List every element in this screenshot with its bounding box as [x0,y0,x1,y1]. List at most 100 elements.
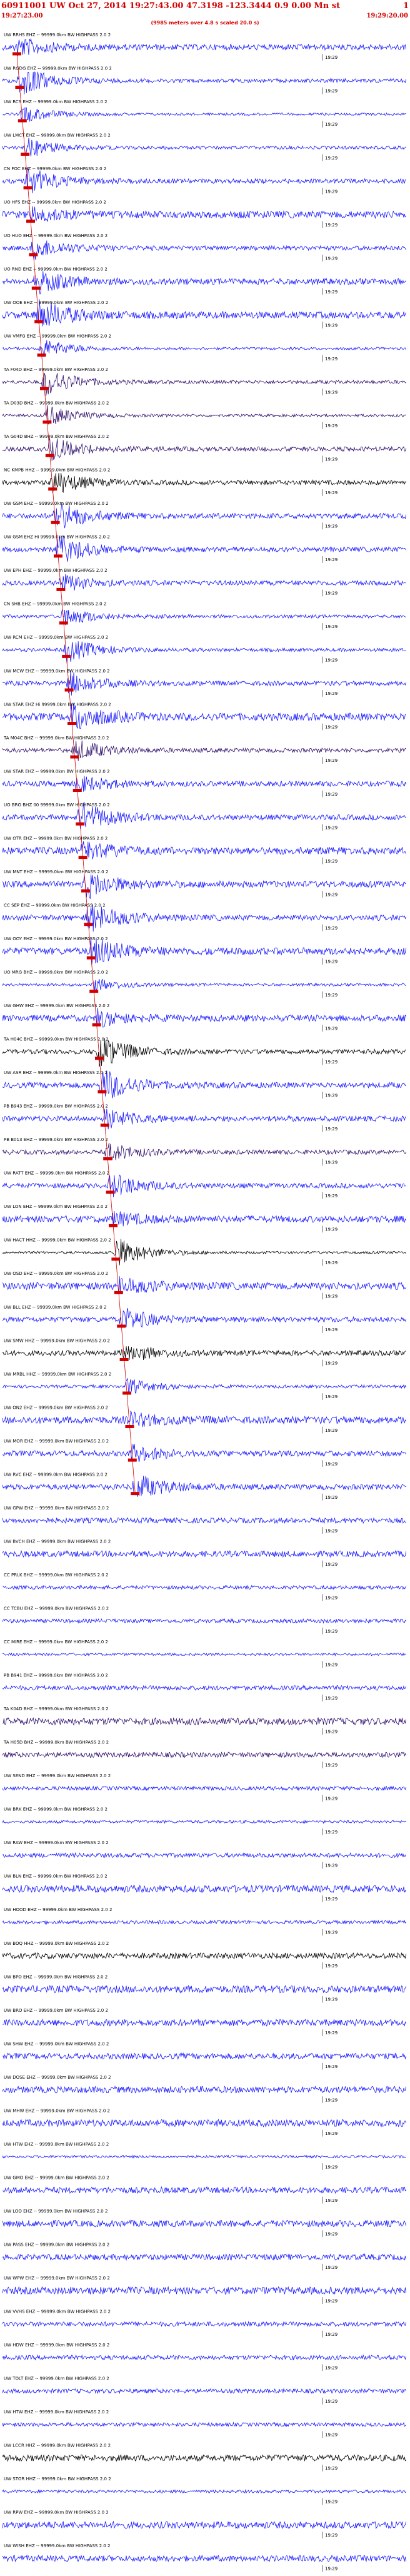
trace-label: UW RVC EHZ -- 99999.0km BW HIGHPASS 2.0 … [4,1472,108,1477]
trace-5: UO HFS EHZ -- 99999.0km BW HIGHPASS 2.0 … [2,200,406,228]
trace-label: UW HACT HHZ -- 99999.0km BW HIGHPASS 2.0… [4,1238,111,1243]
time-tick-label: 19:29 [325,189,338,194]
trace-label: UW RAW EHZ -- 99999.0km BW HIGHPASS 2.0 … [4,1840,109,1845]
waveform [2,2086,406,2094]
trace-41: UW ON2 EHZ -- 99999.0km BW HIGHPASS 2.0 … [2,1405,406,1434]
time-tick-label: 19:29 [325,2064,338,2069]
trace-71: UW HTW EHZ -- 99999.0km BW HIGHPASS 2.0 … [2,2410,406,2438]
trace-20: UW STAR EHZ Hi 99999.0km BW HIGHPASS 2.0… [2,702,406,731]
trace-27: UW OOY EHZ -- 99999.0km BW HIGHPASS 2.0 … [2,936,406,965]
waveform [2,1038,406,1067]
time-tick-label: 19:29 [325,624,338,629]
trace-label: UW RCM EHZ -- 99999.0km BW HIGHPASS 2.0 … [4,635,108,640]
trace-label: UW VMFG EHZ -- 99999.0km BW HIGHPASS 2.0… [4,334,111,339]
trace-18: UW RCM EHZ -- 99999.0km BW HIGHPASS 2.0 … [2,635,406,664]
time-tick-label: 19:29 [325,2031,338,2036]
trace-26: CC SEP EHZ -- 99999.0km BW HIGHPASS 2.0 … [2,903,406,932]
time-tick-label: 19:29 [325,1763,338,1768]
trace-label: UW ASR EHZ -- 99999.0km BW HIGHPASS 2.0 … [4,1070,108,1075]
time-tick-label: 19:29 [325,2332,338,2337]
trace-53: UW BRK EHZ -- 99999.0km BW HIGHPASS 2.0 … [2,1807,406,1835]
trace-1: UW RGDG EHZ -- 99999.0km BW HIGHPASS 2.0… [2,66,406,94]
trace-51: TA H05D BHZ -- 99999.0km BW HIGHPASS 2.0… [2,1740,406,1768]
waveform [2,473,406,494]
trace-label: TA F04D BHZ -- 99999.0km BW HIGHPASS 2.0… [3,367,108,372]
time-tick-label: 19:29 [325,1562,338,1567]
trace-label: UW BLN EHZ -- 99999.0km BW HIGHPASS 2.0 … [4,1874,108,1879]
trace-label: UW LMCT EHZ -- 99999.0km BW HIGHPASS 2.0… [4,133,111,138]
waveform [2,1752,406,1758]
waveform [2,1517,406,1524]
waveform [2,2018,406,2027]
trace-label: UW HTW EHZ -- 99999.0km BW HIGHPASS 2.0 … [4,2142,109,2147]
trace-label: UW GMO EHZ -- 99999.0km BW HIGHPASS 2.0 … [4,2176,109,2181]
waveform [2,340,406,358]
waveform [2,2186,406,2194]
trace-label: CC TCBU EHZ -- 99999.0km BW HIGHPASS 2.0… [4,1606,109,1611]
time-tick-label: 19:29 [325,2164,338,2169]
trace-67: UW WPW EHZ -- 99999.0km BW HIGHPASS 2.0 … [2,2276,406,2305]
trace-label: UW ON2 EHZ -- 99999.0km BW HIGHPASS 2.0 … [4,1405,108,1410]
waveform [2,206,406,223]
trace-75: UW WISH EHZ -- 99999.0km BW HIGHPASS 2.0… [2,2543,406,2572]
time-tick-label: 19:29 [325,357,338,362]
trace-58: UW BPO EHZ -- 99999.0km BW HIGHPASS 2.0 … [2,1974,406,2003]
trace-43: UW RVC EHZ -- 99999.0km BW HIGHPASS 2.0 … [2,1472,406,1501]
waveform [2,2154,406,2159]
trace-64: UW GMO EHZ -- 99999.0km BW HIGHPASS 2.0 … [2,2176,406,2204]
trace-45: UW BVCH EHZ -- 99999.0km BW HIGHPASS 2.0… [2,1539,406,1568]
waveform [2,1852,406,1858]
waveform [2,503,406,529]
trace-label: UO RND EHZ -- 99999.0km BW HIGHPASS 2.0 … [4,267,108,272]
trace-label: UW BRO EHZ -- 99999.0km BW HIGHPASS 2.0 … [4,2008,108,2013]
trace-32: PB B943 EHZ -- 99999.0km BW HIGHPASS 2.0… [2,1104,406,1132]
trace-69: UW HDW EHZ -- 99999.0km BW HIGHPASS 2.0 … [2,2343,406,2371]
trace-label: UW BPO EHZ -- 99999.0km BW HIGHPASS 2.0 … [4,1974,108,1979]
waveform [2,2119,406,2128]
time-tick-label: 19:29 [325,825,338,830]
trace-22: UW STAR EHZ -- 99999.0km BW HIGHPASS 2.0… [2,769,406,798]
trace-label: PB B013 EHZ -- 99999.0km BW HIGHPASS 2.0… [4,1137,108,1142]
waveform [2,1919,406,1925]
trace-3: UW LMCT EHZ -- 99999.0km BW HIGHPASS 2.0… [2,133,406,161]
trace-48: CC MIRE EHZ -- 99999.0km BW HIGHPASS 2.0… [2,1640,406,1668]
time-tick-label: 19:29 [325,55,338,60]
time-tick-label: 19:29 [325,1528,338,1533]
time-tick-label: 19:29 [325,792,338,797]
time-tick-label: 19:29 [325,2500,338,2505]
waveform [2,1476,406,1497]
time-tick-label: 19:29 [325,524,338,529]
time-tick-label: 19:29 [325,2231,338,2236]
time-tick-label: 19:29 [325,1127,338,1132]
time-tick-label: 19:29 [325,1997,338,2002]
waveform [2,71,406,94]
trace-72: UW LCCR HHZ -- 99999.0km BW HIGHPASS 2.0… [2,2443,406,2472]
trace-12: TA G04D BHZ -- 99999.0km BW HIGHPASS 2.0… [2,434,406,463]
waveform [2,670,406,696]
trace-label: UW GHW EHZ -- 99999.0km BW HIGHPASS 2.0 … [4,1003,109,1008]
time-tick-label: 19:29 [325,1227,338,1232]
trace-label: CC SEP EHZ -- 99999.0km BW HIGHPASS 2.0 … [4,903,106,908]
trace-label: TA H04C BHZ -- 99999.0km BW HIGHPASS 2.0… [3,1037,109,1042]
time-tick-label: 19:29 [325,457,338,462]
trace-66: UW PASS EHZ -- 99999.0km BW HIGHPASS 2.0… [2,2243,406,2271]
time-tick-label: 19:29 [325,290,338,295]
waveform [2,1346,406,1361]
trace-label: UO BRO BHZ 00 99999.0km BW HIGHPASS 2.0 … [4,803,110,808]
trace-19: UW MCW EHZ -- 99999.0km BW HIGHPASS 2.0 … [2,669,406,697]
time-tick-label: 19:29 [325,557,338,562]
time-tick-label: 19:29 [325,1629,338,1634]
time-tick-label: 19:29 [325,1662,338,1667]
trace-25: UW MNT EHZ -- 99999.0km BW HIGHPASS 2.0 … [2,870,406,900]
time-tick-label: 19:29 [325,1897,338,1902]
trace-label: UW MNT EHZ -- 99999.0km BW HIGHPASS 2.0 … [4,870,108,875]
time-tick-label: 19:29 [325,2533,338,2538]
time-tick-label: 19:29 [325,658,338,663]
time-tick-label: 19:29 [325,2097,338,2102]
trace-60: UW SHW EHZ -- 99999.0km BW HIGHPASS 2.0 … [2,2041,406,2070]
waveform [2,1007,406,1028]
trace-label: UW MHW EHZ -- 99999.0km BW HIGHPASS 2.0 … [4,2108,110,2113]
time-tick-label: 19:29 [325,2198,338,2203]
trace-0: UW RRHS EHZ -- 99999.0km BW HIGHPASS 2.0… [2,33,406,61]
time-tick-label: 19:29 [325,1461,338,1466]
